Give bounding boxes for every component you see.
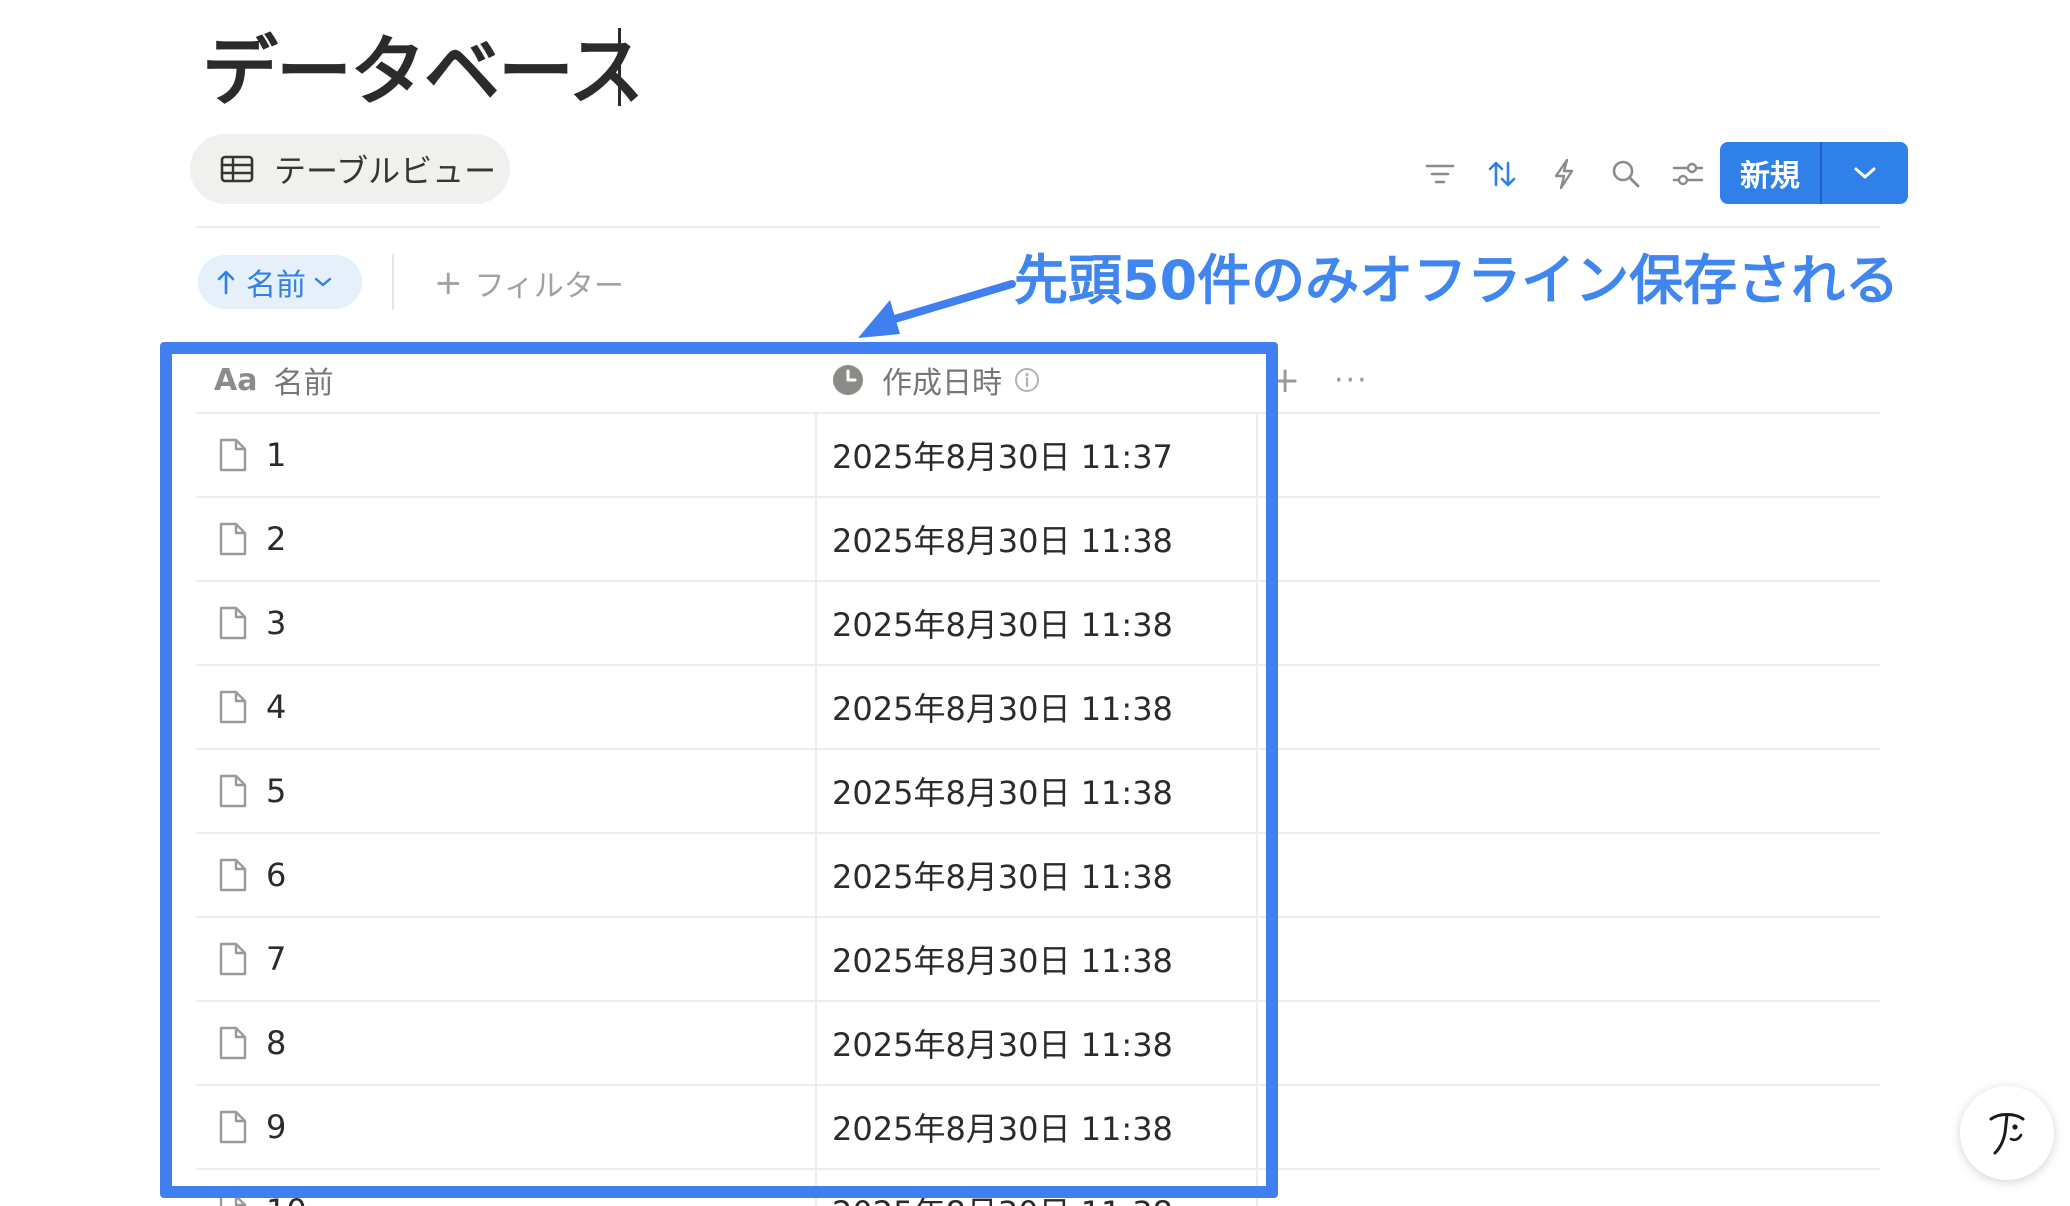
created-time-cell: 2025年8月30日 11:37 bbox=[832, 438, 1173, 476]
page-icon bbox=[219, 690, 247, 724]
table-row[interactable]: 9 2025年8月30日 11:38 bbox=[196, 1086, 1880, 1170]
table-icon bbox=[220, 155, 254, 183]
sort-chip[interactable]: 名前 bbox=[198, 255, 362, 309]
table-row[interactable]: 6 2025年8月30日 11:38 bbox=[196, 834, 1880, 918]
created-time-cell: 2025年8月30日 11:38 bbox=[832, 1170, 1173, 1206]
plus-icon: + bbox=[434, 263, 463, 303]
created-time-cell: 2025年8月30日 11:38 bbox=[832, 942, 1173, 980]
annotation-callout: 先頭50件のみオフライン保存される bbox=[1014, 249, 1900, 312]
row-title[interactable]: 1 bbox=[266, 436, 286, 474]
row-title[interactable]: 9 bbox=[266, 1108, 286, 1146]
help-button[interactable] bbox=[1960, 1086, 2054, 1180]
page-title[interactable]: データベース bbox=[202, 22, 644, 122]
page-icon bbox=[219, 942, 247, 976]
row-title[interactable]: 10 bbox=[266, 1192, 307, 1206]
row-title[interactable]: 3 bbox=[266, 604, 286, 642]
row-title[interactable]: 7 bbox=[266, 940, 286, 978]
row-title[interactable]: 5 bbox=[266, 772, 286, 810]
info-icon[interactable] bbox=[1014, 367, 1040, 393]
created-time-cell: 2025年8月30日 11:38 bbox=[832, 690, 1173, 728]
tab-table-view-label: テーブルビュー bbox=[274, 152, 497, 190]
filter-bar-separator bbox=[392, 254, 394, 310]
table-row[interactable]: 4 2025年8月30日 11:38 bbox=[196, 666, 1880, 750]
settings-icon[interactable] bbox=[1670, 156, 1706, 192]
table-row[interactable]: 7 2025年8月30日 11:38 bbox=[196, 918, 1880, 1002]
column-header-created[interactable]: 作成日時 bbox=[832, 348, 1040, 412]
text-type-icon: Aa bbox=[214, 362, 258, 398]
column-header-name[interactable]: Aa 名前 bbox=[214, 348, 333, 412]
toolbar-divider bbox=[196, 226, 1880, 228]
page-icon bbox=[219, 858, 247, 892]
assistant-face-icon bbox=[1989, 1113, 2025, 1155]
row-title[interactable]: 2 bbox=[266, 520, 286, 558]
table-row[interactable]: 8 2025年8月30日 11:38 bbox=[196, 1002, 1880, 1086]
table-header: Aa 名前 作成日時 + ··· bbox=[196, 348, 1880, 414]
search-icon[interactable] bbox=[1608, 156, 1644, 192]
new-button[interactable]: 新規 bbox=[1720, 142, 1908, 204]
page-icon bbox=[219, 774, 247, 808]
add-filter-button[interactable]: + フィルター bbox=[434, 258, 624, 308]
table-row[interactable]: 2 2025年8月30日 11:38 bbox=[196, 498, 1880, 582]
created-time-cell: 2025年8月30日 11:38 bbox=[832, 1026, 1173, 1064]
sort-icon[interactable] bbox=[1484, 156, 1520, 192]
row-title[interactable]: 8 bbox=[266, 1024, 286, 1062]
page-icon bbox=[219, 522, 247, 556]
page-icon bbox=[219, 1110, 247, 1144]
clock-icon bbox=[833, 365, 863, 395]
created-time-cell: 2025年8月30日 11:38 bbox=[832, 858, 1173, 896]
page: データベース テーブルビュー 新規 名前 + フィルター 先頭50件のみオフライ… bbox=[0, 0, 2070, 1206]
page-icon bbox=[219, 1194, 247, 1206]
row-title[interactable]: 6 bbox=[266, 856, 286, 894]
annotation-arrow-icon bbox=[858, 280, 1016, 338]
column-header-created-label: 作成日時 bbox=[882, 366, 1002, 401]
arrow-up-icon bbox=[217, 270, 235, 295]
column-header-name-label: 名前 bbox=[273, 366, 334, 401]
chevron-down-icon[interactable] bbox=[1822, 142, 1908, 204]
new-button-label[interactable]: 新規 bbox=[1720, 142, 1820, 204]
table-row[interactable]: 5 2025年8月30日 11:38 bbox=[196, 750, 1880, 834]
table-row[interactable]: 3 2025年8月30日 11:38 bbox=[196, 582, 1880, 666]
row-title[interactable]: 4 bbox=[266, 688, 286, 726]
created-time-cell: 2025年8月30日 11:38 bbox=[832, 522, 1173, 560]
created-time-cell: 2025年8月30日 11:38 bbox=[832, 606, 1173, 644]
automation-icon[interactable] bbox=[1546, 156, 1582, 192]
chevron-down-icon bbox=[314, 277, 332, 287]
page-icon bbox=[219, 606, 247, 640]
page-icon bbox=[219, 438, 247, 472]
text-caret bbox=[618, 28, 621, 106]
table-row[interactable]: 1 2025年8月30日 11:37 bbox=[196, 414, 1880, 498]
table-body: 1 2025年8月30日 11:37 2 2025年8月30日 11:38 3 … bbox=[196, 414, 1880, 1206]
sort-chip-label: 名前 bbox=[246, 268, 306, 303]
tab-table-view[interactable]: テーブルビュー bbox=[190, 134, 510, 204]
filter-icon[interactable] bbox=[1422, 156, 1458, 192]
add-filter-label: フィルター bbox=[474, 269, 624, 304]
more-options-icon[interactable]: ··· bbox=[1334, 348, 1369, 412]
created-time-cell: 2025年8月30日 11:38 bbox=[832, 1110, 1173, 1148]
page-icon bbox=[219, 1026, 247, 1060]
add-column-button[interactable]: + bbox=[1270, 348, 1300, 412]
table-row[interactable]: 10 2025年8月30日 11:38 bbox=[196, 1170, 1880, 1206]
created-time-cell: 2025年8月30日 11:38 bbox=[832, 774, 1173, 812]
